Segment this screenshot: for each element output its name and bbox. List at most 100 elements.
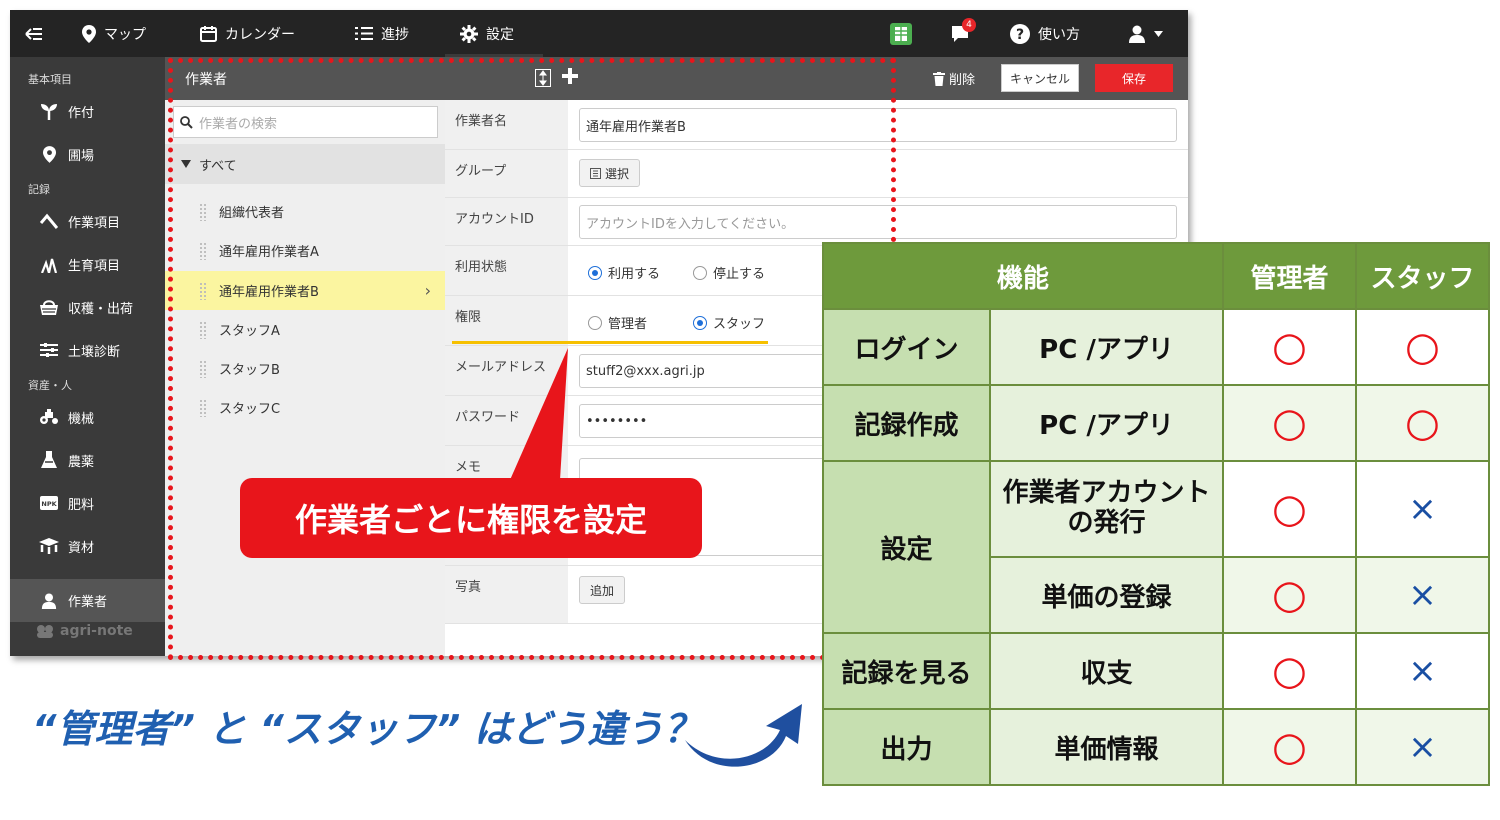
flask-icon <box>38 451 60 469</box>
nav-settings-label: 設定 <box>486 26 514 43</box>
top-navigation-bar: マップ カレンダー 進捗 設定 4 ? 使い方 <box>10 10 1188 57</box>
basket-icon <box>38 298 60 316</box>
row-feature: 単価の登録 <box>989 556 1224 634</box>
header-feature: 機能 <box>822 242 1224 310</box>
menu-collapse-button[interactable] <box>24 10 44 57</box>
sliders-icon <box>38 342 60 358</box>
user-icon <box>1128 25 1146 43</box>
sidebar-item-fields[interactable]: 圃場 <box>10 134 165 174</box>
sidebar-item-harvest[interactable]: 収穫・出荷 <box>10 287 165 327</box>
sidebar-item-label: 資材 <box>68 540 95 556</box>
sidebar-item-label: 土壌診断 <box>68 344 121 360</box>
fertilizer-icon: NPK <box>38 496 60 510</box>
cross-mark-icon: × <box>1408 727 1437 767</box>
svg-text:?: ? <box>1016 27 1024 43</box>
notification-count-badge: 4 <box>962 17 976 32</box>
caret-down-icon <box>1154 30 1163 37</box>
map-pin-icon <box>38 145 60 163</box>
menu-collapse-icon <box>24 26 44 42</box>
nav-calendar-label: カレンダー <box>225 26 295 43</box>
row-category: 記録を見る <box>822 632 991 710</box>
trash-icon <box>933 71 945 86</box>
cross-mark-icon: × <box>1408 489 1437 529</box>
nav-progress[interactable]: 進捗 <box>355 10 409 57</box>
sidebar-item-pesticides[interactable]: 農薬 <box>10 440 165 480</box>
save-button[interactable]: 保存 <box>1095 64 1173 92</box>
circle-mark-icon: ○ <box>1272 486 1307 532</box>
sidebar-item-label: 農薬 <box>68 454 95 470</box>
user-icon <box>38 592 60 610</box>
sidebar-section-assets: 資産・人 <box>28 379 72 392</box>
table-row: 出力 単価情報 ○ × <box>822 708 1490 786</box>
user-menu-button[interactable] <box>1128 10 1163 57</box>
cross-mark-icon: × <box>1408 575 1437 615</box>
gear-icon <box>460 24 478 43</box>
materials-icon <box>38 538 60 554</box>
callout-pointer <box>510 348 568 480</box>
notification-flag-icon: 4 <box>950 17 976 44</box>
table-row: 記録作成 PC /アプリ ○ ○ <box>822 384 1490 462</box>
row-category: 出力 <box>822 708 991 786</box>
spreadsheet-icon <box>890 22 912 45</box>
map-pin-icon <box>82 24 96 43</box>
nav-map[interactable]: マップ <box>82 10 146 57</box>
sidebar-item-label: 機械 <box>68 411 95 427</box>
sidebar: 基本項目 作付 圃場 記録 作業項目 生育項目 収穫・出荷 土壌診断 資産・人 <box>10 57 165 656</box>
row-category: ログイン <box>822 308 991 386</box>
circle-mark-icon: ○ <box>1405 324 1440 370</box>
row-feature: PC /アプリ <box>989 308 1224 386</box>
sidebar-item-machinery[interactable]: 機械 <box>10 397 165 437</box>
help-button[interactable]: ? 使い方 <box>1010 10 1080 57</box>
svg-text:NPK: NPK <box>41 500 57 508</box>
cross-mark-icon: × <box>1408 651 1437 691</box>
tractor-icon <box>38 409 60 425</box>
logo-mark-icon <box>37 625 53 638</box>
nav-settings[interactable]: 設定 <box>460 10 514 57</box>
table-row: ログイン PC /アプリ ○ ○ <box>822 308 1490 386</box>
sidebar-item-label: 作業項目 <box>68 215 121 231</box>
sidebar-item-crops[interactable]: 作付 <box>10 91 165 131</box>
sidebar-item-label: 収穫・出荷 <box>68 301 134 317</box>
table-row: 記録を見る 収支 ○ × <box>822 632 1490 710</box>
list-icon <box>355 26 373 41</box>
calendar-icon <box>200 25 217 42</box>
cancel-button[interactable]: キャンセル <box>1001 64 1079 92</box>
row-feature: 単価情報 <box>989 708 1224 786</box>
row-category: 記録作成 <box>822 384 991 462</box>
spreadsheet-button[interactable] <box>890 10 912 57</box>
delete-button[interactable]: 削除 <box>933 69 975 88</box>
sidebar-item-label: 作業者 <box>68 595 108 610</box>
delete-label: 削除 <box>949 73 976 88</box>
sidebar-section-basic: 基本項目 <box>28 73 72 86</box>
circle-mark-icon: ○ <box>1272 724 1307 770</box>
row-feature: PC /アプリ <box>989 384 1224 462</box>
sidebar-item-label: 肥料 <box>68 497 95 513</box>
sidebar-item-label: 生育項目 <box>68 258 121 274</box>
sidebar-item-materials[interactable]: 資材 <box>10 526 165 566</box>
help-circle-icon: ? <box>1010 23 1030 44</box>
sidebar-item-label: 圃場 <box>68 148 95 164</box>
row-feature: 収支 <box>989 632 1224 710</box>
circle-mark-icon: ○ <box>1405 400 1440 446</box>
nav-progress-label: 進捗 <box>381 26 409 43</box>
header-admin: 管理者 <box>1222 242 1357 310</box>
circle-mark-icon: ○ <box>1272 324 1307 370</box>
circle-mark-icon: ○ <box>1272 648 1307 694</box>
notifications-button[interactable]: 4 <box>950 10 976 57</box>
row-category: 設定 <box>822 460 991 634</box>
sprout-icon <box>38 102 60 120</box>
sidebar-item-workers[interactable]: 作業者 <box>10 579 165 622</box>
sidebar-item-label: 作付 <box>68 105 95 121</box>
role-underline-highlight <box>452 341 768 344</box>
circle-mark-icon: ○ <box>1272 572 1307 618</box>
sidebar-item-work-items[interactable]: 作業項目 <box>10 201 165 241</box>
sidebar-item-soil-diagnosis[interactable]: 土壌診断 <box>10 330 165 370</box>
growth-icon <box>38 255 60 273</box>
nav-calendar[interactable]: カレンダー <box>200 10 295 57</box>
header-staff: スタッフ <box>1355 242 1490 310</box>
sidebar-item-fertilizer[interactable]: NPK 肥料 <box>10 483 165 523</box>
table-row: 設定 作業者アカウント の発行 ○ × <box>822 460 1490 634</box>
hoe-icon <box>38 213 60 229</box>
row-feature: 作業者アカウント の発行 <box>989 460 1224 558</box>
sidebar-item-growth-items[interactable]: 生育項目 <box>10 244 165 284</box>
